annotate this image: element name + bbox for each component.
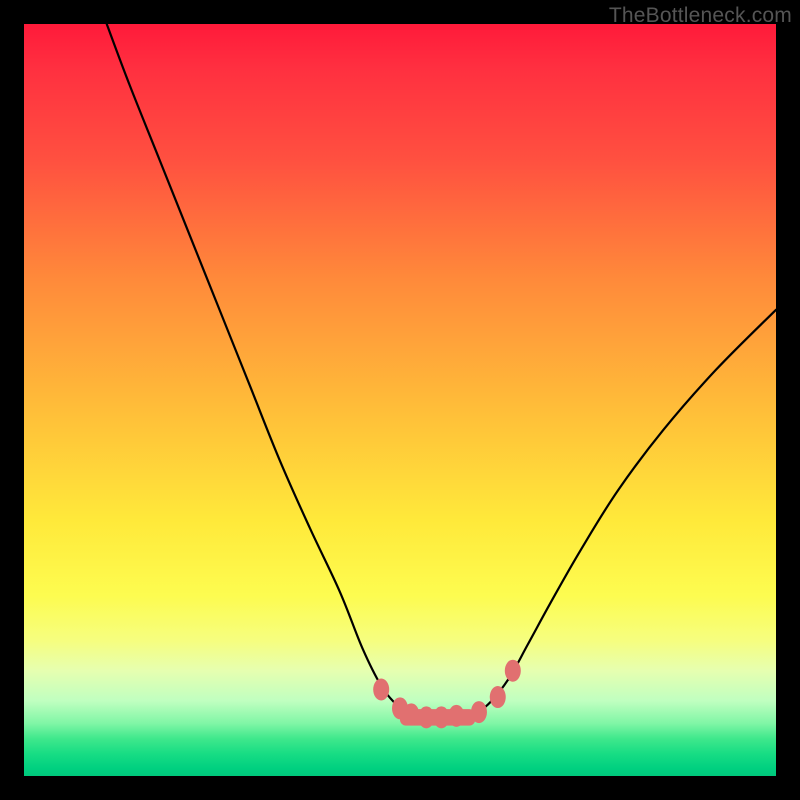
trough-marker xyxy=(471,701,487,723)
trough-markers xyxy=(373,660,521,729)
trough-marker xyxy=(373,679,389,701)
trough-marker xyxy=(403,703,419,725)
trough-marker xyxy=(505,660,521,682)
trough-marker xyxy=(418,706,434,728)
trough-marker xyxy=(448,705,464,727)
left-curve xyxy=(107,24,408,714)
right-curve xyxy=(475,310,776,715)
chart-svg xyxy=(24,24,776,776)
trough-marker xyxy=(490,686,506,708)
trough-marker xyxy=(433,706,449,728)
chart-frame: TheBottleneck.com xyxy=(0,0,800,800)
plot-area xyxy=(24,24,776,776)
